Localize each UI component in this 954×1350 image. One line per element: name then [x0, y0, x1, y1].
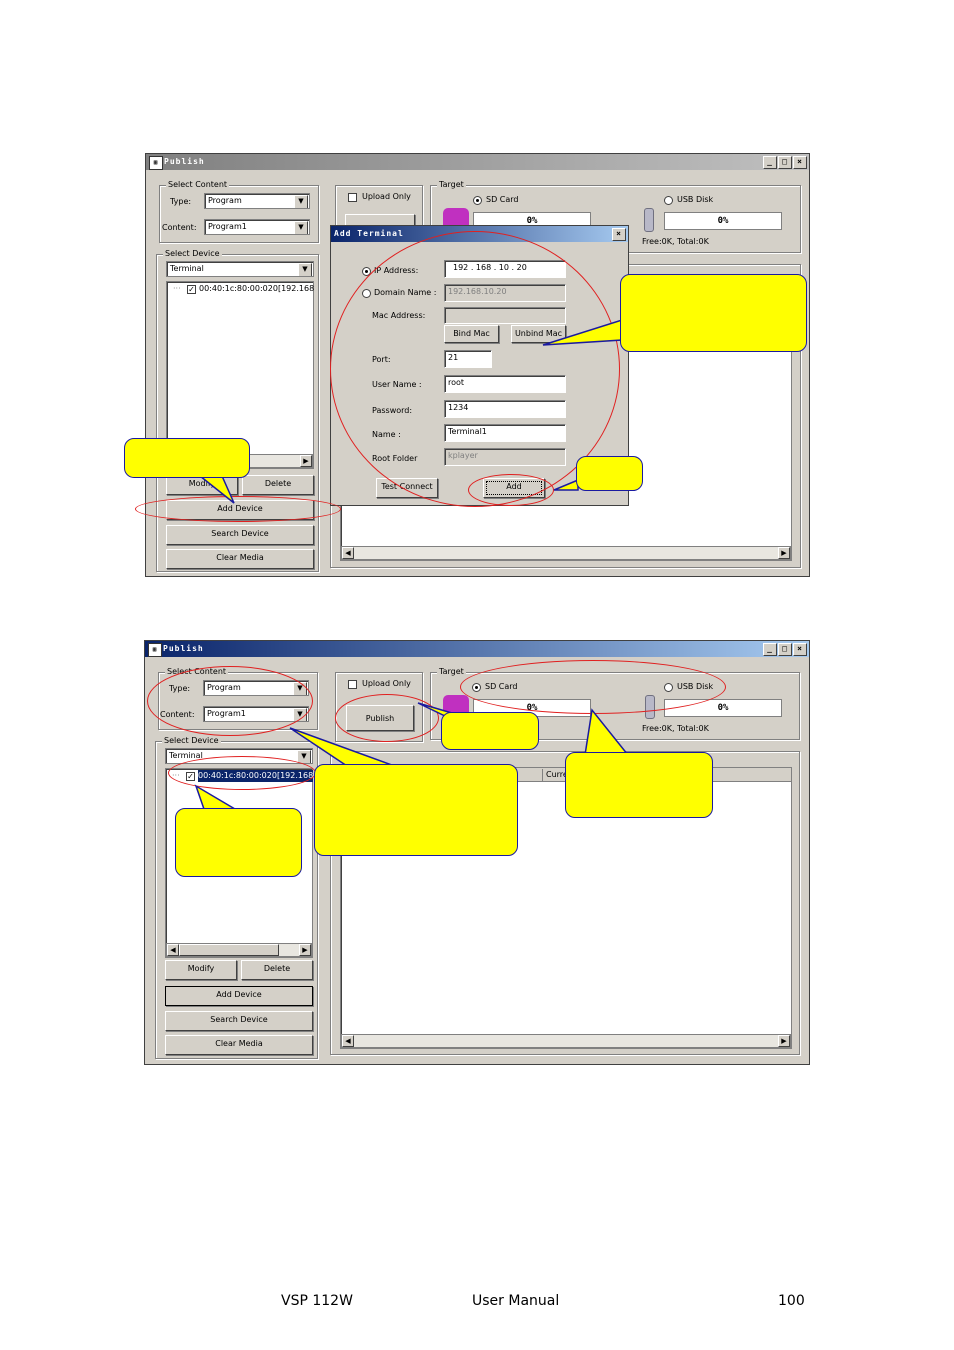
callout-publish: [441, 712, 539, 750]
callout-target: [565, 752, 713, 818]
pointer-content: [289, 727, 401, 769]
footer-manual: User Manual: [472, 1293, 560, 1309]
callout-content: [314, 764, 518, 856]
pointer-target: [584, 708, 630, 756]
footer-page-number: 100: [778, 1293, 805, 1309]
callout-device: [175, 808, 302, 877]
footer-product: VSP 112W: [281, 1293, 353, 1309]
callout-pointers-2: [194, 702, 630, 813]
